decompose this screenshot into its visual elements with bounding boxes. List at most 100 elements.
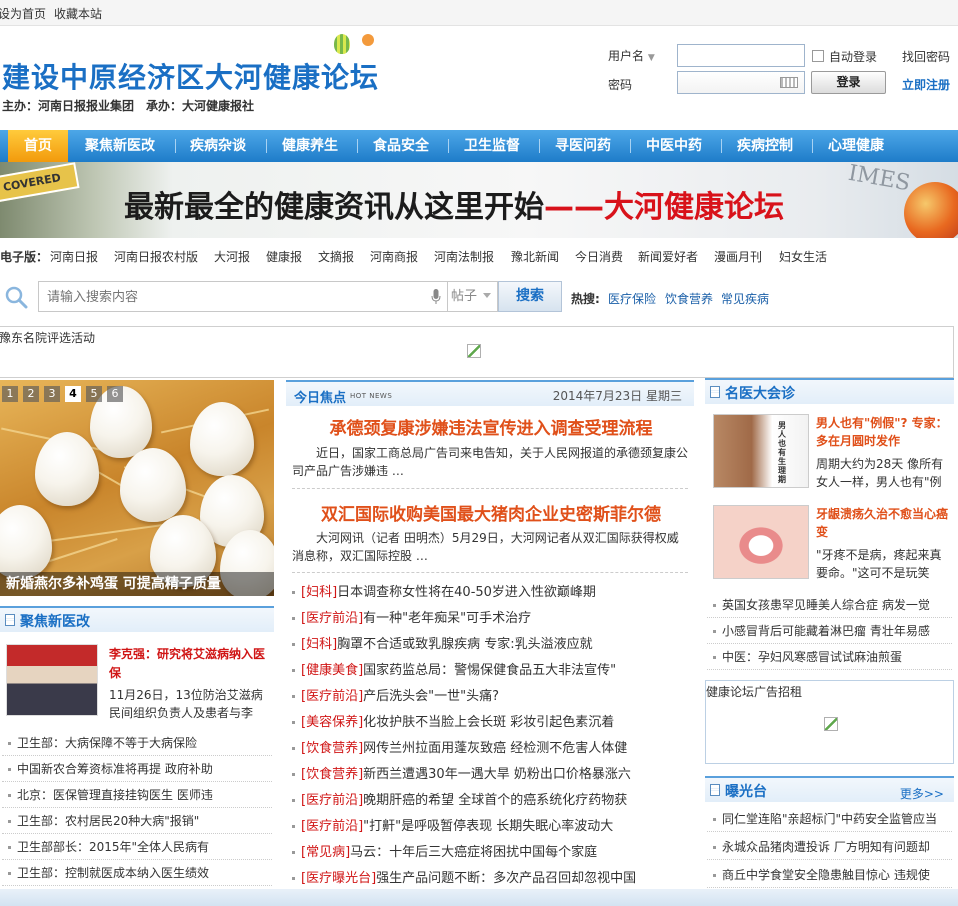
slide-page-button[interactable]: 3 <box>44 386 60 402</box>
edition-link[interactable]: 河南法制报 <box>434 248 494 265</box>
bookmark-link[interactable]: 收藏本站 <box>54 5 102 22</box>
list-item[interactable]: 英国女孩患罕见睡美人综合症 病发一觉 <box>707 592 952 618</box>
feature-thumbnail[interactable] <box>6 644 98 716</box>
nav-divider <box>357 139 358 153</box>
footer-strip <box>0 889 958 906</box>
edition-link[interactable]: 大河报 <box>214 248 250 265</box>
nav-divider <box>175 139 176 153</box>
list-item[interactable]: 卫生部：农村居民20种大病"报销" <box>2 808 272 834</box>
egg-image <box>35 432 99 506</box>
featured-slideshow[interactable]: 1 2 3 4 5 6 新婚燕尔多补鸡蛋 可提高精子质量 <box>0 380 274 596</box>
nav-diseases[interactable]: 疾病杂谈 <box>190 130 246 162</box>
slide-caption[interactable]: 新婚燕尔多补鸡蛋 可提高精子质量 <box>0 572 274 596</box>
slide-page-button[interactable]: 6 <box>107 386 123 402</box>
doctor-article-title[interactable]: 男人也有"例假"? 专家：多在月圆时发作 <box>816 414 952 450</box>
promo-banner[interactable]: COVERED IMES 最新最全的健康资讯从这里开始——大河健康论坛 <box>0 162 958 238</box>
list-item[interactable]: 卫生部部长：2015年"全体人民病有 <box>2 834 272 860</box>
headline[interactable]: 承德颈复康涉嫌违法宣传进入调查受理流程 <box>290 414 692 439</box>
forgot-password-link[interactable]: 找回密码 <box>902 48 950 65</box>
password-label: 密码 <box>608 78 633 92</box>
edition-link[interactable]: 今日消费 <box>575 248 623 265</box>
nav-home[interactable]: 首页 <box>8 130 68 162</box>
feature-description: 11月26日，13位防治艾滋病民间组织负责人及患者与李 <box>109 688 263 720</box>
news-item[interactable]: [饮食营养]新西兰遭遇30年一遇大旱 奶粉出口价格暴涨六 <box>292 762 688 788</box>
hot-search-link[interactable]: 饮食营养 <box>665 290 713 307</box>
slide-page-button[interactable]: 2 <box>23 386 39 402</box>
list-item[interactable]: 商丘中学食堂安全隐患触目惊心 违规使 <box>707 862 952 888</box>
edition-links: 电子版： 河南日报 河南日报农村版 大河报 健康报 文摘报 河南商报 河南法制报… <box>0 248 958 266</box>
list-item[interactable]: 卫生部：大病保障不等于大病保险 <box>2 730 272 756</box>
username-input[interactable] <box>677 44 805 67</box>
site-title[interactable]: 建设中原经济区大河健康论坛 <box>2 56 379 96</box>
list-item[interactable]: 中国新农合筹资标准将再提 政府补助 <box>2 756 272 782</box>
search-input[interactable] <box>38 281 448 312</box>
doctor-article-title[interactable]: 牙龈溃疡久治不愈当心癌变 <box>816 505 952 541</box>
nav-medical-inquiry[interactable]: 寻医问药 <box>555 130 611 162</box>
feature-title[interactable]: 李克强：研究将艾滋病纳入医保 <box>109 645 267 683</box>
login-button[interactable]: 登录 <box>811 71 886 94</box>
headline[interactable]: 双汇国际收购美国最大猪肉企业史密斯菲尔德 <box>290 500 692 525</box>
news-title: 网传兰州拉面用蓬灰致癌 经检测不危害人体健 <box>363 741 628 756</box>
microphone-icon[interactable] <box>431 289 441 305</box>
nav-disease-control[interactable]: 疾病控制 <box>737 130 793 162</box>
edition-link[interactable]: 河南商报 <box>370 248 418 265</box>
news-item[interactable]: [饮食营养]网传兰州拉面用蓬灰致癌 经检测不危害人体健 <box>292 736 688 762</box>
auto-login-checkbox[interactable] <box>812 50 824 62</box>
list-item[interactable]: 永城众品猪肉遭投诉 厂方明知有问题却 <box>707 834 952 860</box>
ad-box-rental[interactable]: 健康论坛广告招租 <box>705 680 954 764</box>
edition-link[interactable]: 新闻爱好者 <box>638 248 698 265</box>
document-icon <box>710 386 720 398</box>
set-home-link[interactable]: 设为首页 <box>0 5 46 22</box>
news-item[interactable]: [健康美食]国家药监总局：警惕保健食品五大非法宣传" <box>292 658 688 684</box>
slide-page-button-active[interactable]: 4 <box>65 386 81 402</box>
news-item[interactable]: [医疗前沿]"打鼾"是呼吸暂停表现 长期失眠心率波动大 <box>292 814 688 840</box>
edition-link[interactable]: 漫画月刊 <box>714 248 762 265</box>
list-item[interactable]: 卫生部：控制就医成本纳入医生绩效 <box>2 860 272 886</box>
news-item[interactable]: [医疗前沿]有一种"老年痴呆"可手术治疗 <box>292 606 688 632</box>
nav-mental-health[interactable]: 心理健康 <box>828 130 884 162</box>
healthcare-reform-panel-header: 聚焦新医改 <box>0 606 274 632</box>
username-label: 用户名 ▼ <box>608 49 655 63</box>
headline-summary: 近日，国家工商总局广告司来电告知，关于人民网报道的承德颈复康公司产品广告涉嫌违 … <box>292 446 689 478</box>
slide-page-button[interactable]: 5 <box>86 386 102 402</box>
banner-slogan: 最新最全的健康资讯从这里开始——大河健康论坛 <box>124 190 784 225</box>
nav-food-safety[interactable]: 食品安全 <box>373 130 429 162</box>
news-item[interactable]: [妇科]日本调查称女性将在40-50岁进入性欲巅峰期 <box>292 580 688 606</box>
ad-box-hospital-contest[interactable]: 豫东名院评选活动 <box>0 326 954 378</box>
nav-healthcare-reform[interactable]: 聚焦新医改 <box>85 130 155 162</box>
doctor-article-thumbnail[interactable] <box>713 505 809 579</box>
news-item[interactable]: [美容保养]化妆护肤不当脸上会长斑 彩妆引起色素沉着 <box>292 710 688 736</box>
username-dropdown-icon[interactable]: ▼ <box>648 53 655 63</box>
list-item[interactable]: 北京：医保管理直接挂钩医生 医师违 <box>2 782 272 808</box>
news-item[interactable]: [常见病]马云：十年后三大癌症将困扰中国每个家庭 <box>292 840 688 866</box>
edition-link[interactable]: 豫北新闻 <box>511 248 559 265</box>
news-item[interactable]: [妇科]胸罩不合适或致乳腺疾病 专家:乳头溢液应就 <box>292 632 688 658</box>
slide-page-button[interactable]: 1 <box>2 386 18 402</box>
keyboard-icon[interactable] <box>780 77 798 88</box>
list-item[interactable]: 中医：孕妇风寒感冒试试麻油煎蛋 <box>707 644 952 670</box>
doctor-article-thumbnail[interactable]: 男人也有生理期 <box>713 414 809 488</box>
nav-tcm[interactable]: 中医中药 <box>646 130 702 162</box>
panel-title[interactable]: 名医大会诊 <box>725 383 795 403</box>
main-nav: 首页 聚焦新医改 疾病杂谈 健康养生 食品安全 卫生监督 寻医问药 中医中药 疾… <box>0 130 958 162</box>
search-button[interactable]: 搜索 <box>498 281 562 312</box>
list-item[interactable]: 同仁堂连陷"亲超标门"中药安全监管应当 <box>707 806 952 832</box>
list-item[interactable]: 小感冒背后可能藏着淋巴瘤 青壮年易感 <box>707 618 952 644</box>
news-item[interactable]: [医疗前沿]晚期肝癌的希望 全球首个的癌系统化疗药物获 <box>292 788 688 814</box>
panel-title[interactable]: 聚焦新医改 <box>20 611 90 631</box>
edition-link[interactable]: 河南日报农村版 <box>114 248 198 265</box>
hot-search-link[interactable]: 医疗保险 <box>608 290 656 307</box>
news-title: 新西兰遭遇30年一遇大旱 奶粉出口价格暴涨六 <box>363 767 631 782</box>
more-link[interactable]: 更多>> <box>900 785 944 802</box>
news-item[interactable]: [医疗前沿]产后洗头会"一世"头痛? <box>292 684 688 710</box>
news-category: [常见病] <box>301 845 351 860</box>
nav-health-supervision[interactable]: 卫生监督 <box>464 130 520 162</box>
edition-link[interactable]: 妇女生活 <box>779 248 827 265</box>
edition-link[interactable]: 健康报 <box>266 248 302 265</box>
nav-wellness[interactable]: 健康养生 <box>282 130 338 162</box>
panel-title[interactable]: 曝光台 <box>725 781 767 801</box>
register-link[interactable]: 立即注册 <box>902 76 950 93</box>
hot-search-link[interactable]: 常见疾病 <box>721 290 769 307</box>
edition-link[interactable]: 文摘报 <box>318 248 354 265</box>
edition-link[interactable]: 河南日报 <box>50 248 98 265</box>
